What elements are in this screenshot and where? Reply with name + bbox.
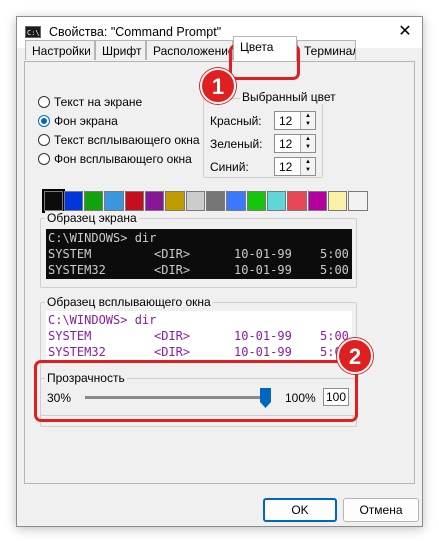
popup-preview: C:\WINDOWS> dir SYSTEM <DIR> 10-01-99 5:00 … [46,311,352,361]
radio-label: Текст всплывающего окна [54,133,200,147]
red-spinbox[interactable]: 12 ▲ ▼ [274,111,316,130]
opacity-max-label: 100% [285,391,316,405]
step-badge-1: 1 [200,68,236,104]
close-icon[interactable]: ✕ [391,19,419,45]
color-swatch[interactable] [124,191,145,211]
opacity-slider-fill [85,396,267,399]
color-swatch[interactable] [165,191,185,211]
opacity-slider-track[interactable] [85,396,267,399]
radio-label: Фон всплывающего окна [54,152,192,166]
popup-preview-legend: Образец всплывающего окна [45,295,213,309]
color-swatch[interactable] [348,191,368,211]
preview-cell: SYSTEM32 [48,345,106,359]
color-swatch[interactable] [145,191,165,211]
ok-button[interactable]: OK [263,498,337,522]
tab-terminal[interactable]: Терминал [297,40,356,60]
preview-cell: <DIR> [154,263,191,277]
preview-line: C:\WINDOWS> dir [48,231,157,245]
color-swatch[interactable] [266,191,287,211]
preview-cell: 10-01-99 [234,345,292,359]
preview-cell: SYSTEM [48,247,92,261]
color-swatch[interactable] [287,191,307,211]
radio-popup-text[interactable]: Текст всплывающего окна [38,133,200,147]
radio-button[interactable] [38,134,50,146]
color-swatch[interactable] [226,191,246,211]
preview-cell: 5:00 [320,247,349,261]
color-swatch[interactable] [41,189,65,213]
tab-settings[interactable]: Настройки [25,40,95,60]
radio-button[interactable] [38,96,50,108]
radio-button[interactable] [38,115,50,127]
preview-cell: <DIR> [154,329,191,343]
blue-spinbox[interactable]: 12 ▲ ▼ [274,157,316,176]
green-value: 12 [279,137,293,151]
blue-value: 12 [279,160,293,174]
preview-line: C:\WINDOWS> dir [48,313,157,327]
color-swatch[interactable] [185,191,205,211]
step-badge-2: 2 [337,338,373,374]
preview-cell: <DIR> [154,247,191,261]
color-swatch[interactable] [307,191,327,211]
preview-cell: 10-01-99 [234,263,292,277]
window-title: Свойства: "Command Prompt" [49,25,222,39]
selected-color-legend: Выбранный цвет [240,90,338,104]
color-swatch[interactable] [84,191,104,211]
color-swatch[interactable] [63,191,84,211]
spin-arrows-icon[interactable]: ▲ ▼ [300,158,315,175]
opacity-min-label: 30% [47,391,72,405]
screen-preview-legend: Образец экрана [45,211,139,225]
preview-cell: <DIR> [154,345,191,359]
color-swatch[interactable] [104,191,124,211]
red-value: 12 [279,114,293,128]
preview-cell: SYSTEM32 [48,263,106,277]
tab-colors[interactable]: Цвета [233,36,297,61]
radio-button[interactable] [38,153,50,165]
green-label: Зеленый: [210,137,263,151]
selected-color-group: Выбранный цвет Красный: 12 ▲ ▼ Зеленый: 1… [203,90,338,178]
radio-label: Текст на экране [54,95,143,109]
preview-cell: 10-01-99 [234,247,292,261]
red-label: Красный: [210,114,262,128]
preview-cell: SYSTEM [48,329,92,343]
spin-arrows-icon[interactable]: ▲ ▼ [300,135,315,152]
screen-preview: C:\WINDOWS> dir SYSTEM <DIR> 10-01-99 5:00 … [46,229,352,279]
preview-cell: 10-01-99 [234,329,292,343]
color-swatch[interactable] [246,191,266,211]
green-spinbox[interactable]: 12 ▲ ▼ [274,134,316,153]
radio-screen-background[interactable]: Фон экрана [38,114,118,128]
color-swatch[interactable] [327,191,348,211]
radio-screen-text[interactable]: Текст на экране [38,95,142,109]
opacity-legend: Прозрачность [45,371,127,385]
tab-layout[interactable]: Расположение [146,40,233,60]
preview-cell: 5:00 [320,263,349,277]
cancel-button[interactable]: Отмена [343,498,419,522]
blue-label: Синий: [210,160,249,174]
spin-arrows-icon[interactable]: ▲ ▼ [300,112,315,129]
radio-popup-background[interactable]: Фон всплывающего окна [38,152,192,166]
console-app-icon: C:\. [25,26,44,38]
opacity-value-field[interactable]: 100 [323,388,349,406]
color-swatch[interactable] [206,191,226,211]
radio-label: Фон экрана [54,114,118,128]
tab-font[interactable]: Шрифт [95,40,146,60]
